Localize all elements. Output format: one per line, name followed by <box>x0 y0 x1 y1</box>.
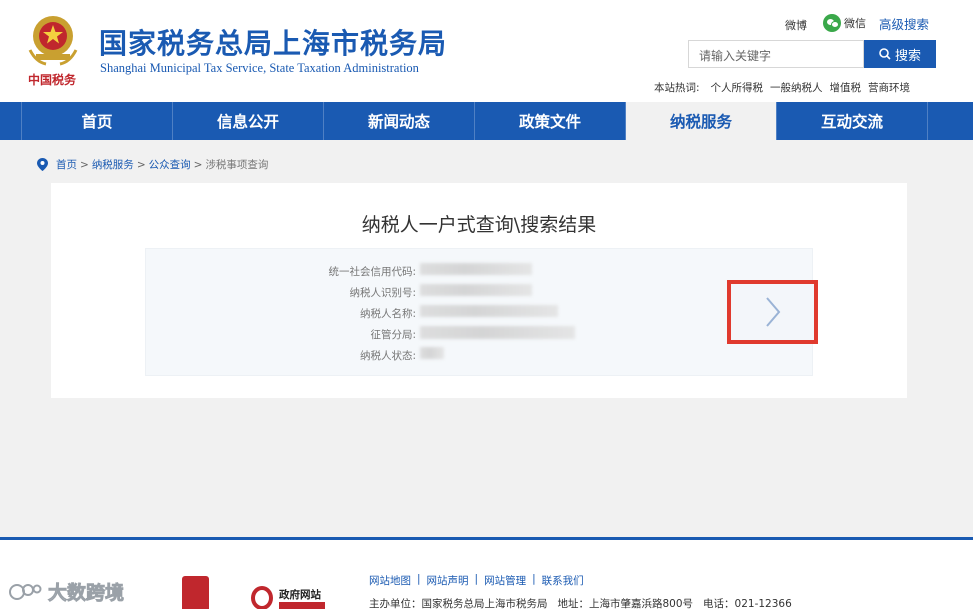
redacted-value <box>420 263 532 275</box>
footer-links: 网站地图 | 网站声明 | 网站管理 | 联系我们 <box>369 573 584 588</box>
breadcrumb-separator: > <box>80 158 89 171</box>
footer-link-separator: | <box>474 573 479 585</box>
redacted-value <box>420 305 558 317</box>
site-header: 中国税务 国家税务总局上海市税务局 Shanghai Municipal Tax… <box>0 0 973 102</box>
redacted-value <box>420 347 444 359</box>
footer-phone: 电话：021-12366 <box>703 598 792 609</box>
watermark: 大数跨境 <box>8 578 124 605</box>
result-card[interactable]: 统一社会信用代码: 纳税人识别号: 纳税人名称: 征管分局: 纳税人状态: <box>145 248 818 376</box>
footer-link-statement[interactable]: 网站声明 <box>427 573 469 588</box>
footer-sponsor: 主办单位：国家税务总局上海市税务局 <box>369 598 548 609</box>
site-title[interactable]: 国家税务总局上海市税务局 <box>99 22 447 62</box>
search-icon <box>879 48 891 60</box>
footer-address: 地址：上海市肇嘉浜路800号 <box>557 598 694 609</box>
gov-website-red-bar <box>279 602 325 609</box>
footer-link-contact[interactable]: 联系我们 <box>542 573 584 588</box>
nav-item-info-disclosure[interactable]: 信息公开 <box>173 102 324 140</box>
breadcrumb: 首页 > 纳税服务 > 公众查询 > 涉税事项查询 <box>37 157 268 172</box>
location-pin-icon <box>37 158 48 171</box>
gov-website-label: 政府网站 <box>279 589 321 601</box>
field-label-tax-bureau: 征管分局: <box>370 329 416 341</box>
party-emblem-icon[interactable] <box>182 576 209 609</box>
footer-link-sitemap[interactable]: 网站地图 <box>369 573 411 588</box>
breadcrumb-tax-service[interactable]: 纳税服务 <box>92 157 134 172</box>
field-label-taxpayer-status: 纳税人状态: <box>359 350 416 362</box>
search-button[interactable]: 搜索 <box>864 40 936 68</box>
hot-word-link[interactable]: 个人所得税 <box>711 80 764 95</box>
hot-word-link[interactable]: 一般纳税人 <box>770 80 823 95</box>
nav-item-news[interactable]: 新闻动态 <box>324 102 475 140</box>
weibo-link[interactable]: 微博 <box>785 17 807 33</box>
chevron-right-icon <box>766 297 781 327</box>
watermark-logo-icon <box>9 583 42 600</box>
wechat-icon[interactable] <box>823 14 841 32</box>
gov-website-logo[interactable]: 政府网站 <box>251 584 326 609</box>
footer-info: 主办单位：国家税务总局上海市税务局 地址：上海市肇嘉浜路800号 电话：021-… <box>369 596 802 609</box>
hot-words: 本站热词: 个人所得税 一般纳税人 增值税 营商环境 <box>654 80 917 95</box>
site-subtitle: Shanghai Municipal Tax Service, State Ta… <box>100 61 419 75</box>
field-label-taxpayer-name: 纳税人名称: <box>359 308 416 320</box>
page-title: 纳税人一户式查询\搜索结果 <box>361 214 597 236</box>
site-footer: 大数跨境 政府网站 网站地图 | 网站声明 | 网站管理 | 联系我们 主办单位… <box>0 540 973 609</box>
field-label-credit-code: 统一社会信用代码: <box>328 266 416 278</box>
redacted-value <box>420 326 575 339</box>
hot-word-link[interactable]: 营商环境 <box>868 80 910 95</box>
breadcrumb-public-query[interactable]: 公众查询 <box>149 157 191 172</box>
breadcrumb-separator: > <box>193 158 203 171</box>
nav-item-home[interactable]: 首页 <box>22 102 173 140</box>
hot-word-link[interactable]: 增值税 <box>830 80 862 95</box>
search-result-panel: 纳税人一户式查询\搜索结果 统一社会信用代码: 纳税人识别号: 纳税人名称: 征… <box>51 183 907 398</box>
footer-link-separator: | <box>532 573 536 585</box>
main-nav: 首页 信息公开 新闻动态 政策文件 纳税服务 互动交流 <box>0 102 973 140</box>
footer-link-separator: | <box>417 573 421 585</box>
nav-item-tax-service[interactable]: 纳税服务 <box>626 102 777 140</box>
breadcrumb-separator: > <box>136 158 146 171</box>
search-button-label: 搜索 <box>894 48 921 64</box>
advanced-search-link[interactable]: 高级搜索 <box>879 14 929 33</box>
redacted-value <box>420 284 532 296</box>
watermark-text: 大数跨境 <box>48 582 125 605</box>
top-links: 微博 微信 高级搜索 <box>785 13 929 33</box>
field-label-taxpayer-id: 纳税人识别号: <box>349 287 416 299</box>
nav-item-policy[interactable]: 政策文件 <box>475 102 626 140</box>
footer-link-management[interactable]: 网站管理 <box>484 573 526 588</box>
breadcrumb-current: 涉税事项查询 <box>205 159 269 171</box>
nav-spacer <box>0 102 22 140</box>
emblem-caption: 中国税务 <box>28 73 77 87</box>
wechat-link[interactable]: 微信 <box>844 15 866 31</box>
view-detail-button[interactable] <box>727 280 818 344</box>
magnifier-icon <box>251 586 273 609</box>
breadcrumb-home[interactable]: 首页 <box>56 157 77 172</box>
hot-words-label: 本站热词: <box>654 82 700 94</box>
search-input[interactable]: 请输入关键字 <box>688 40 864 68</box>
nav-item-interaction[interactable]: 互动交流 <box>777 102 928 140</box>
